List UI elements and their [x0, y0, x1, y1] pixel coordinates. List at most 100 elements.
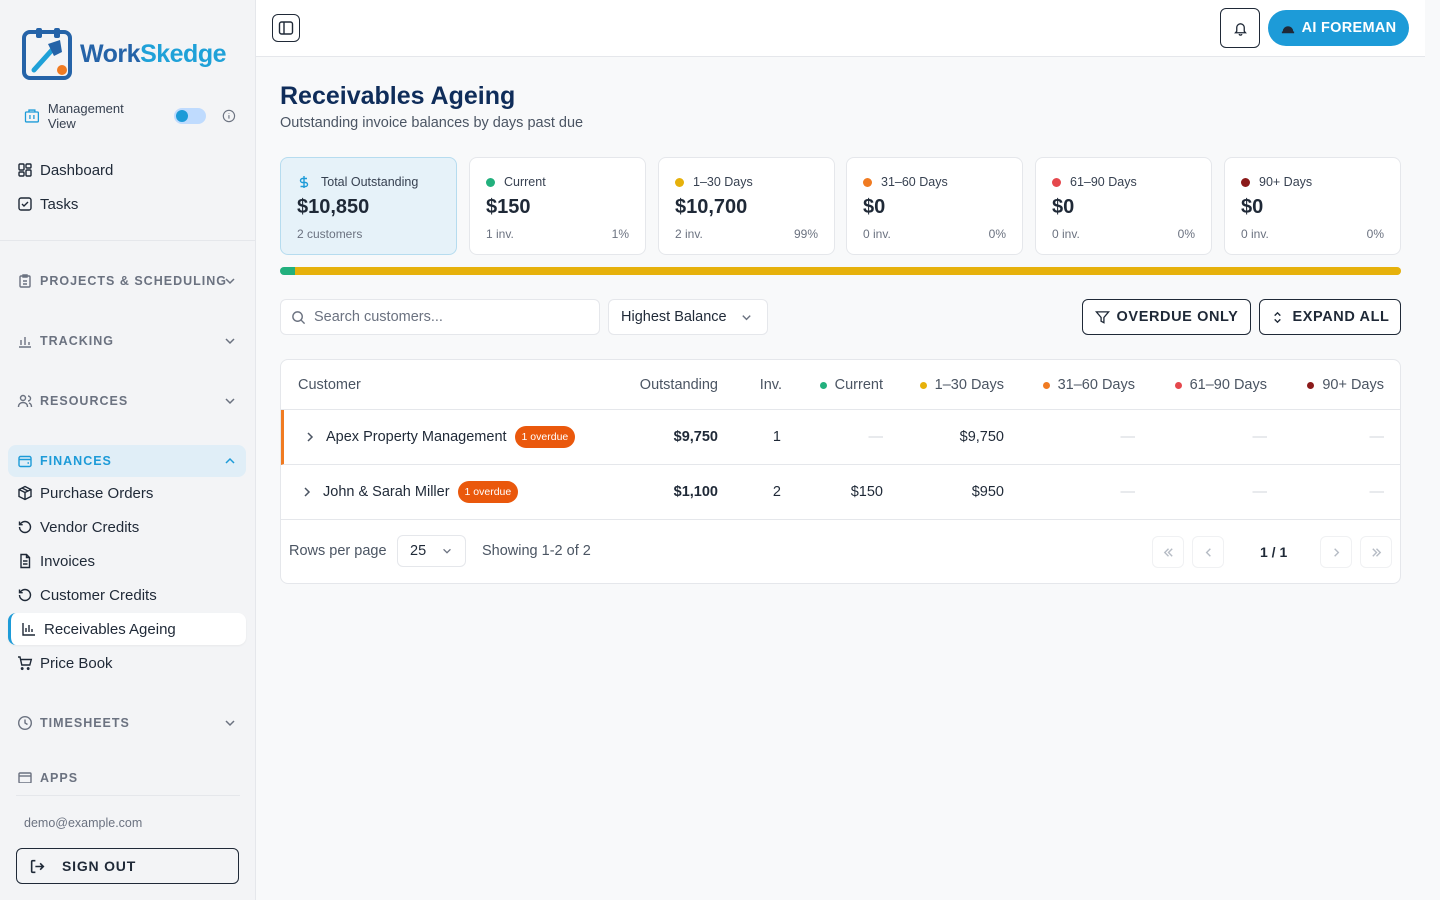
column-header-customer[interactable]: Customer	[298, 377, 361, 393]
section-label: APPS	[40, 771, 79, 783]
section-projects-scheduling[interactable]: PROJECTS & SCHEDULING	[8, 265, 246, 297]
card-value: $0	[1052, 196, 1075, 218]
overdue-only-button[interactable]: OVERDUE ONLY	[1082, 299, 1251, 335]
toggle-sidebar-button[interactable]	[272, 14, 300, 42]
chevrons-right-icon	[1371, 547, 1381, 557]
card-value: $10,700	[675, 196, 748, 218]
sidebar-item-price-book[interactable]: Price Book	[8, 647, 246, 679]
next-page-button[interactable]	[1320, 536, 1352, 568]
section-finances[interactable]: FINANCES	[8, 445, 246, 477]
chevron-right-icon[interactable]	[303, 430, 317, 444]
sidebar-item-invoices[interactable]: Invoices	[8, 545, 246, 577]
outstanding-cell: $9,750	[673, 429, 718, 445]
table-row[interactable]: John & Sarah Miller 1 overdue $1,100 2 $…	[281, 465, 1400, 520]
rotate-icon	[18, 588, 32, 602]
chevron-down-icon	[225, 720, 235, 727]
hard-hat-icon	[1281, 26, 1294, 34]
ai-foreman-button[interactable]: AI FOREMAN	[1268, 10, 1409, 46]
filter-icon	[1094, 310, 1110, 324]
management-view-label: Management View	[47, 101, 124, 131]
sidebar-footer-divider	[16, 795, 240, 796]
days-61-90-cell: —	[1252, 484, 1268, 500]
table-row[interactable]: Apex Property Management 1 overdue $9,75…	[281, 410, 1400, 465]
search-box[interactable]	[280, 299, 600, 335]
current-cell: $150	[850, 484, 883, 500]
ageing-distribution-bar	[280, 267, 1401, 275]
sidebar-item-tasks[interactable]: Tasks	[8, 188, 246, 220]
customer-name: John & Sarah Miller	[323, 484, 450, 500]
chevron-down-icon	[742, 315, 751, 321]
days-90-plus-cell: —	[1369, 429, 1385, 445]
summary-card-31-60-days[interactable]: 31–60 Days $0 0 inv. 0%	[846, 157, 1023, 255]
section-resources[interactable]: RESOURCES	[8, 385, 246, 417]
days-31-60-cell: —	[1120, 429, 1136, 445]
overdue-badge: 1 overdue	[514, 426, 576, 448]
chevrons-up-down-icon	[1274, 311, 1282, 323]
sidebar-scroll-clip: APPS	[0, 766, 256, 783]
section-timesheets[interactable]: TIMESHEETS	[8, 707, 246, 739]
sidebar-item-label: Invoices	[40, 552, 96, 570]
first-page-button[interactable]	[1152, 536, 1184, 568]
status-dot	[819, 381, 827, 389]
card-sub: 2 inv.	[675, 227, 703, 241]
sidebar-item-label: Vendor Credits	[40, 518, 140, 536]
days-1-30-cell: $9,750	[959, 429, 1004, 445]
card-percent: 0%	[1366, 227, 1384, 241]
section-apps[interactable]: APPS	[8, 766, 246, 783]
package-icon	[18, 485, 32, 501]
card-label: Total Outstanding	[297, 175, 418, 189]
card-sub: 2 customers	[297, 227, 363, 241]
summary-card-current[interactable]: Current $150 1 inv. 1%	[469, 157, 646, 255]
sign-out-button[interactable]: SIGN OUT	[16, 848, 239, 884]
days-90-plus-cell: —	[1369, 484, 1385, 500]
notifications-button[interactable]	[1220, 8, 1260, 48]
apps-icon	[18, 772, 32, 783]
rows-per-page-select[interactable]: 25	[397, 535, 466, 567]
distribution-segment	[295, 267, 1401, 275]
chevron-left-icon	[1205, 547, 1211, 557]
column-header-invoices[interactable]: Inv.	[760, 377, 782, 393]
summary-card-61-90-days[interactable]: 61–90 Days $0 0 inv. 0%	[1035, 157, 1212, 255]
column-header-1-30-days[interactable]: 1–30 Days	[919, 377, 1004, 393]
app-logo[interactable]: WorkSkedge	[22, 26, 226, 82]
section-label: PROJECTS & SCHEDULING	[40, 274, 227, 288]
status-dot	[1174, 381, 1182, 389]
sidebar-item-label: Price Book	[40, 654, 113, 672]
section-tracking[interactable]: TRACKING	[8, 325, 246, 357]
status-dot	[1307, 381, 1315, 389]
days-61-90-cell: —	[1252, 429, 1268, 445]
column-header-90-plus-days[interactable]: 90+ Days	[1307, 377, 1384, 393]
summary-card-90-plus-days[interactable]: 90+ Days $0 0 inv. 0%	[1224, 157, 1401, 255]
previous-page-button[interactable]	[1192, 536, 1224, 568]
column-header-current[interactable]: Current	[819, 377, 883, 393]
summary-card-1-30-days[interactable]: 1–30 Days $10,700 2 inv. 99%	[658, 157, 835, 255]
sidebar-item-purchase-orders[interactable]: Purchase Orders	[8, 477, 246, 509]
sidebar-item-vendor-credits[interactable]: Vendor Credits	[8, 511, 246, 543]
status-dot	[1241, 177, 1250, 187]
column-header-31-60-days[interactable]: 31–60 Days	[1042, 377, 1135, 393]
section-label: FINANCES	[40, 454, 112, 468]
summary-card-total-outstanding[interactable]: Total Outstanding $10,850 2 customers	[280, 157, 457, 255]
customer-name-cell: Apex Property Management 1 overdue	[326, 426, 576, 448]
last-page-button[interactable]	[1360, 536, 1392, 568]
chevron-right-icon[interactable]	[300, 485, 314, 499]
section-label: TIMESHEETS	[40, 716, 130, 730]
column-header-61-90-days[interactable]: 61–90 Days	[1174, 377, 1267, 393]
current-cell: —	[868, 429, 884, 445]
column-header-outstanding[interactable]: Outstanding	[640, 377, 718, 393]
info-icon[interactable]	[222, 109, 236, 123]
bar-chart-icon	[19, 337, 31, 348]
search-input[interactable]	[314, 309, 584, 325]
management-view-toggle[interactable]	[174, 108, 207, 124]
sidebar-item-customer-credits[interactable]: Customer Credits	[8, 579, 246, 611]
card-sub: 1 inv.	[486, 227, 514, 241]
card-value: $0	[863, 196, 886, 218]
card-sub: 0 inv.	[1241, 227, 1269, 241]
sidebar-item-dashboard[interactable]: Dashboard	[8, 154, 246, 186]
expand-all-button[interactable]: EXPAND ALL	[1259, 299, 1401, 335]
sort-select[interactable]: Highest Balance	[608, 299, 768, 335]
status-dot	[919, 381, 927, 389]
page-subtitle: Outstanding invoice balances by days pas…	[280, 115, 584, 131]
sidebar-item-receivables-ageing[interactable]: Receivables Ageing	[8, 613, 246, 645]
card-percent: 0%	[1177, 227, 1195, 241]
